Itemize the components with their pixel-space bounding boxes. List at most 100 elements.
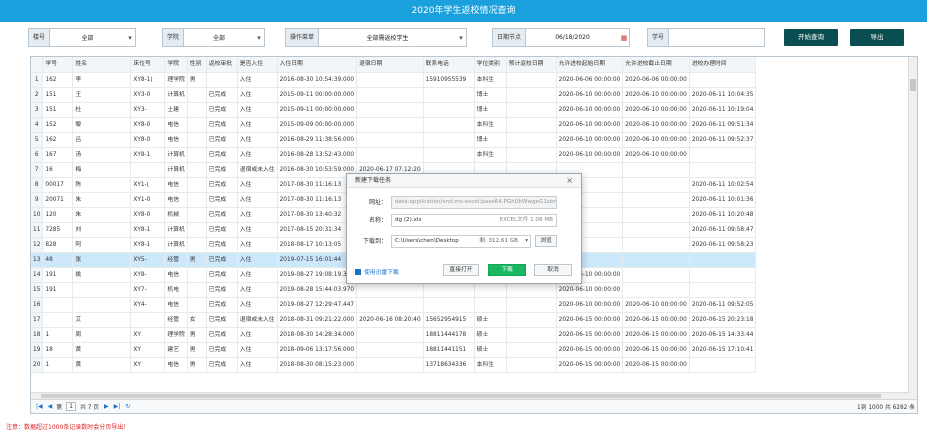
- table-cell: 博士: [474, 132, 507, 148]
- table-cell: [689, 162, 757, 178]
- student-id-field[interactable]: 学号: [647, 28, 765, 47]
- last-page-icon[interactable]: ▶|: [114, 403, 121, 410]
- cancel-button[interactable]: 取消: [534, 264, 572, 276]
- url-row: 网址： data:application/vnd.ms-excel;base64…: [347, 196, 581, 210]
- table-row[interactable]: 4 152 黎 XY8-0 电信 已完成 入住 2015-09-09 00:00:00.000…: [31, 117, 757, 133]
- first-page-icon[interactable]: |◀: [36, 403, 43, 410]
- operation-select[interactable]: 操作菜单 全部需返校学生 ▾: [285, 28, 467, 47]
- next-page-icon[interactable]: ▶: [104, 403, 109, 410]
- table-cell: 2020-06-10 00:00:00: [556, 147, 624, 163]
- college-select[interactable]: 学院 全部 ▾: [162, 28, 265, 47]
- checkbox-icon[interactable]: [355, 268, 361, 275]
- column-header[interactable]: 学号: [42, 57, 74, 73]
- table-cell: [187, 162, 207, 178]
- table-cell: 黄: [72, 342, 132, 358]
- date-picker[interactable]: 日期节点 06/18/2020 ▦: [492, 28, 630, 47]
- column-header[interactable]: 性别: [187, 57, 207, 73]
- column-header[interactable]: 允许进校起始日期: [556, 57, 624, 73]
- path-field[interactable]: C:\Users\chen\Desktop 剩: 312.61 GB ▾: [391, 235, 531, 248]
- table-cell: 2017-08-30 11:16:13: [277, 177, 358, 193]
- refresh-icon[interactable]: ↻: [125, 403, 130, 410]
- grade-select[interactable]: 楼号 全部 ▾: [28, 28, 136, 47]
- column-header[interactable]: 是否入住: [237, 57, 278, 73]
- column-header[interactable]: 学位类别: [474, 57, 507, 73]
- table-row[interactable]: 3 151 杜 XY3- 土建 已完成 入住 2015-09-11 00:00:00.000 博…: [31, 102, 757, 118]
- row-number: 10: [31, 207, 44, 223]
- table-cell: 828: [42, 237, 74, 253]
- table-cell: [506, 72, 557, 88]
- scroll-thumb[interactable]: [910, 79, 916, 91]
- table-cell: 2020-06-10 00:00:00: [622, 297, 690, 313]
- table-cell: 151: [42, 87, 74, 103]
- table-cell: [506, 147, 557, 163]
- page-number-input[interactable]: 1: [66, 402, 77, 411]
- table-cell: [506, 87, 557, 103]
- table-cell: XY7-: [130, 282, 166, 298]
- table-cell: 2020-06-10 00:00:00: [556, 282, 624, 298]
- table-cell: 2020-06-11 10:04:35: [689, 87, 757, 103]
- column-header[interactable]: 进校办理时间: [689, 57, 757, 73]
- table-cell: XY4-: [130, 297, 166, 313]
- column-header[interactable]: 学院: [164, 57, 188, 73]
- table-cell: 2020-06-15 00:00:00: [556, 342, 624, 358]
- column-header[interactable]: 允许进校截止日期: [622, 57, 690, 73]
- table-row[interactable]: 6 167 汤 XY8-1 计算机 已完成 入住 2016-08-28 13:52:43.00…: [31, 147, 757, 163]
- table-cell: 152: [42, 117, 74, 133]
- column-header[interactable]: 退宿日期: [356, 57, 424, 73]
- table-cell: [72, 282, 132, 298]
- table-cell: 电信: [164, 117, 188, 133]
- table-cell: [423, 102, 475, 118]
- query-button[interactable]: 开始查询: [784, 29, 838, 46]
- column-header[interactable]: [31, 57, 44, 73]
- thunder-link[interactable]: 使用迅雷下载: [364, 267, 399, 276]
- table-row[interactable]: 1 162 李 XY8-1(理学院男 入住 2016-08-30 10:54:39.000…: [31, 72, 757, 88]
- table-cell: 机械: [164, 207, 188, 223]
- table-row[interactable]: 18 1 周 XY 理学院男已完成 入住 2018-08-30 14:28:34.000 18…: [31, 327, 757, 343]
- open-directly-button[interactable]: 直接打开: [443, 264, 479, 276]
- table-cell: 入住: [237, 342, 278, 358]
- column-header[interactable]: 床位号: [130, 57, 166, 73]
- table-cell: [622, 177, 690, 193]
- table-cell: 已完成: [206, 267, 238, 283]
- table-row[interactable]: 2 151 王 XY3-0 计算机 已完成 入住 2015-09-11 00:00:00.00…: [31, 87, 757, 103]
- table-row[interactable]: 16 XY4- 电信 已完成 入住 2019-08-27 12:29:47.447 2020…: [31, 297, 757, 313]
- row-number: 2: [31, 87, 44, 103]
- table-row[interactable]: 5 162 吕 XY8-0 电信 已完成 入住 2016-08-29 11:38:56.000…: [31, 132, 757, 148]
- row-number: 9: [31, 192, 44, 208]
- table-cell: [42, 297, 74, 313]
- scroll-thumb[interactable]: [41, 394, 881, 398]
- thunder-download-option[interactable]: 使用迅雷下载: [355, 267, 399, 276]
- column-header[interactable]: 入住日期: [277, 57, 358, 73]
- table-cell: 2015-09-11 00:00:00.000: [277, 87, 358, 103]
- vertical-scrollbar[interactable]: [908, 57, 917, 400]
- table-cell: [506, 282, 557, 298]
- column-header[interactable]: 联系电话: [423, 57, 475, 73]
- close-icon[interactable]: ×: [566, 177, 573, 185]
- table-cell: 15652954915: [423, 312, 475, 328]
- column-header[interactable]: 预计返校日期: [506, 57, 557, 73]
- table-cell: XY: [130, 357, 166, 373]
- table-row[interactable]: 19 18 黄 XY 建艺男已完成 入住 2018-09-06 13:17:56.000 18…: [31, 342, 757, 358]
- column-header[interactable]: 姓名: [72, 57, 132, 73]
- table-cell: [206, 72, 238, 88]
- browse-button[interactable]: 浏览: [535, 235, 557, 247]
- export-button[interactable]: 导出: [850, 29, 904, 46]
- table-row[interactable]: 20 1 黄 XY 电信男已完成 入住 2018-08-30 08:15:23.000 137…: [31, 357, 757, 373]
- table-row[interactable]: 15 191 XY7- 机电 已完成 入住 2019-08-28 15:44:03.970 2…: [31, 282, 757, 298]
- table-cell: 16: [42, 162, 74, 178]
- table-cell: [187, 177, 207, 193]
- table-cell: 硕士: [474, 342, 507, 358]
- table-row[interactable]: 17 艾经管女已完成 退宿或未入住 2018-08-31 09:21:22.000 20…: [31, 312, 757, 328]
- table-cell: 男: [187, 327, 207, 343]
- table-cell: [622, 207, 690, 223]
- calendar-icon[interactable]: ▦: [619, 34, 629, 42]
- page-title: 2020年学生返校情况查询: [0, 0, 927, 22]
- table-header: 学号 姓名 床位号 学院 性别 返校审批 是否入住 入住日期 退宿日期 联系电话 学位类别 预计返校日…: [31, 57, 757, 73]
- download-button[interactable]: 下载: [488, 264, 526, 276]
- prev-page-icon[interactable]: ◀: [48, 403, 53, 410]
- chevron-down-icon[interactable]: ▾: [525, 236, 528, 247]
- horizontal-scrollbar[interactable]: [31, 392, 910, 399]
- name-field[interactable]: dg (2).xls EXCEL文件 1.08 MB: [391, 214, 557, 227]
- table-cell: 理学院: [164, 72, 188, 88]
- column-header[interactable]: 返校审批: [206, 57, 238, 73]
